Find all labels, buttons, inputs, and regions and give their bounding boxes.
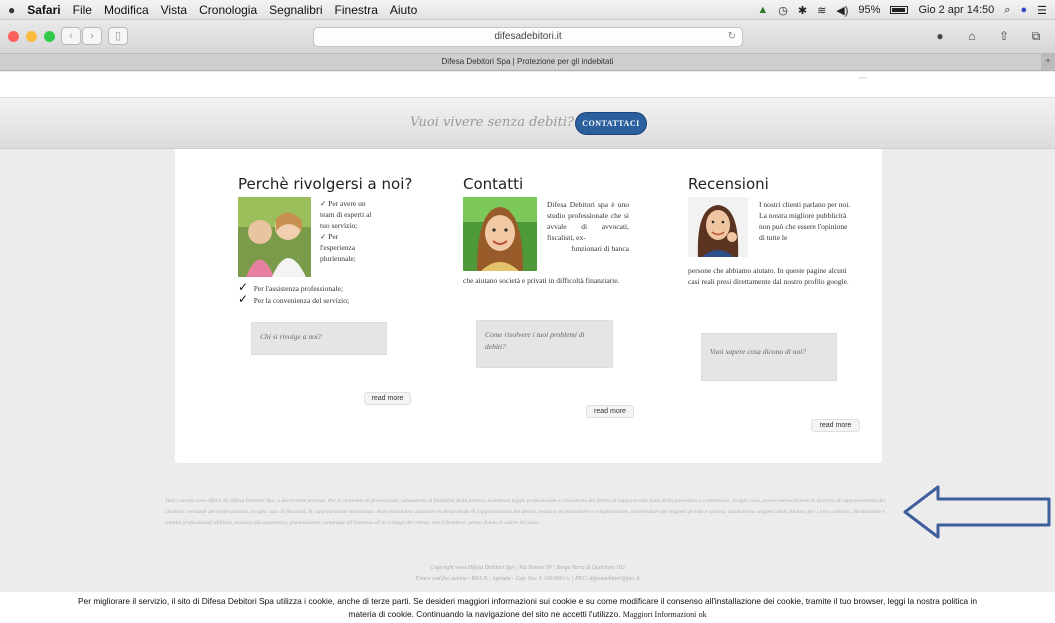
minimize-window-button[interactable] [26, 31, 37, 42]
why-us-line: team di esperti al [320, 210, 372, 219]
read-more-button[interactable]: read more [586, 405, 634, 418]
cookie-banner: Per migliorare il servizio, il sito di D… [0, 592, 1055, 623]
menu-safari[interactable]: Safari [27, 3, 60, 17]
tab-active[interactable]: Difesa Debitori Spa | Protezione per gli… [442, 57, 614, 66]
girl-photo [463, 197, 537, 271]
why-us-line: pluriennale; [320, 254, 356, 263]
main-content: Perchè rivolgersi a noi? ✓ Per avere un … [175, 149, 882, 463]
column-reviews: Recensioni [688, 175, 769, 193]
column-title: Contatti [463, 175, 524, 193]
reviews-side-text: I nostri clienti parlano per noi. La nos… [759, 200, 851, 242]
why-us-line: l'esperienza [320, 243, 356, 252]
menu-aiuto[interactable]: Aiuto [390, 3, 417, 17]
quote-box: Chi si rivolge a noi? [251, 322, 387, 355]
site-header: ⌒ [0, 72, 1055, 97]
read-more-button[interactable]: read more [364, 392, 411, 405]
why-us-text: ✓ Per avere un team di esperti al tuo se… [320, 198, 400, 264]
spotlight-search-icon[interactable]: ⌕ [1004, 4, 1010, 17]
why-us-line: ✓ Per avere un [320, 199, 366, 208]
cookie-text: Per migliorare il servizio, il sito di D… [77, 596, 978, 606]
cookie-ok-button[interactable]: ok [699, 610, 707, 619]
forward-button[interactable]: › [82, 27, 102, 45]
battery-icon[interactable] [890, 6, 909, 14]
cookie-text-2: materia di cookie. Continuando la naviga… [348, 609, 621, 619]
bullet-text: Per la convenienza del servizio; [253, 296, 350, 305]
share-icon[interactable]: ⇧ [995, 27, 1013, 45]
volume-icon[interactable]: ◀) [836, 4, 848, 17]
drive-icon[interactable]: ▲ [757, 4, 768, 16]
time-machine-icon[interactable]: ◷ [778, 4, 788, 17]
tabs-overview-icon[interactable]: ⧉ [1027, 27, 1045, 45]
woman-photo [688, 197, 748, 257]
notification-center-icon[interactable]: ☰ [1037, 4, 1047, 17]
column-why-us: Perchè rivolgersi a noi? [238, 175, 412, 193]
reviews-text: persone che abbiamo aiutato. In queste p… [688, 266, 849, 286]
extension-icon[interactable]: ● [931, 27, 949, 45]
browser-toolbar: ‹ › ▯ difesadebitori.it ↻ ● ⌂ ⇧ ⧉ [0, 20, 1055, 54]
menu-vista[interactable]: Vista [161, 3, 187, 17]
quote-box: Vuoi sapere cosa dicono di noi? [701, 333, 837, 381]
why-us-line: tuo servizio; [320, 221, 358, 230]
contacts-side-text: Difesa Debitori spa è uno studio profess… [547, 199, 629, 254]
copyright: Copyright www.Difesa Debitori SpA | Via … [0, 563, 1055, 585]
toolbar-actions: ● ⌂ ⇧ ⧉ [931, 27, 1045, 45]
back-button[interactable]: ‹ [61, 27, 81, 45]
cookie-more-info-link[interactable]: Maggiori Informazioni [623, 610, 697, 619]
contact-button[interactable]: CONTATTACI [575, 112, 647, 135]
legal-disclaimer: Tutti i servizi sono offerti da Difesa D… [165, 498, 885, 526]
tab-bar: Difesa Debitori Spa | Protezione per gli… [0, 54, 1055, 71]
menu-modifica[interactable]: Modifica [104, 3, 149, 17]
cta-banner: Vuoi vivere senza debiti? CONTATTACI [0, 97, 1055, 149]
read-more-button[interactable]: read more [811, 419, 860, 432]
cta-question: Vuoi vivere senza debiti? [410, 115, 574, 130]
siri-icon[interactable]: ● [1020, 4, 1027, 16]
sidebar-toggle-icon[interactable]: ▯ [108, 27, 128, 45]
bullet-text: Per l'assistenza professionale; [253, 284, 343, 293]
column-contacts: Contatti [463, 175, 523, 193]
list-item: ✓ Per la convenienza del servizio; [238, 292, 408, 306]
bluetooth-icon[interactable]: ✱ [798, 4, 807, 17]
address-bar[interactable]: difesadebitori.it ↻ [313, 27, 743, 47]
why-us-bullets: ✓ Per l'assistenza professionale; ✓ Per … [238, 281, 408, 306]
column-title: Recensioni [688, 175, 769, 193]
menu-cronologia[interactable]: Cronologia [199, 3, 257, 17]
wifi-icon[interactable]: ≋ [817, 4, 826, 17]
why-us-line: ✓ Per [320, 232, 339, 241]
address-url: difesadebitori.it [494, 31, 562, 42]
menu-bar: ● Safari File Modifica Vista Cronologia … [0, 0, 1055, 20]
contacts-side-last: funzionari di banca [571, 244, 629, 253]
copyright-line: P.iva e cod.fisc.azione - REA N.: Agenzi… [415, 576, 640, 582]
arrow-annotation-icon [903, 485, 1051, 539]
list-item: ✓ Per l'assistenza professionale; [238, 281, 408, 294]
header-decoration-icon: ⌒ [857, 77, 867, 87]
zoom-window-button[interactable] [44, 31, 55, 42]
menu-segnalibri[interactable]: Segnalibri [269, 3, 322, 17]
check-icon: ✓ [238, 292, 249, 306]
family-photo [238, 197, 311, 277]
clock[interactable]: Gio 2 apr 14:50 [918, 4, 994, 16]
quote-box: Come risolvere i tuoi problemi di debiti… [476, 320, 613, 368]
new-tab-icon[interactable]: + [1041, 54, 1055, 70]
home-icon[interactable]: ⌂ [963, 27, 981, 45]
cookie-line-2: materia di cookie. Continuando la naviga… [0, 608, 1055, 621]
column-title: Perchè rivolgersi a noi? [238, 175, 413, 193]
status-area: ▲ ◷ ✱ ≋ ◀) 95% Gio 2 apr 14:50 ⌕ ● ☰ [757, 0, 1047, 20]
contacts-side-paragraph: Difesa Debitori spa è uno studio profess… [547, 200, 629, 242]
copyright-line: Copyright www.Difesa Debitori SpA | Via … [430, 565, 625, 571]
apple-menu-icon[interactable]: ● [8, 3, 15, 17]
battery-percent: 95% [858, 4, 881, 16]
reload-icon[interactable]: ↻ [728, 28, 736, 46]
menu-finestra[interactable]: Finestra [335, 3, 378, 17]
window-controls [8, 31, 55, 42]
contacts-text: che aiutano società e privati in diffico… [463, 276, 620, 285]
close-window-button[interactable] [8, 31, 19, 42]
menu-file[interactable]: File [73, 3, 92, 17]
